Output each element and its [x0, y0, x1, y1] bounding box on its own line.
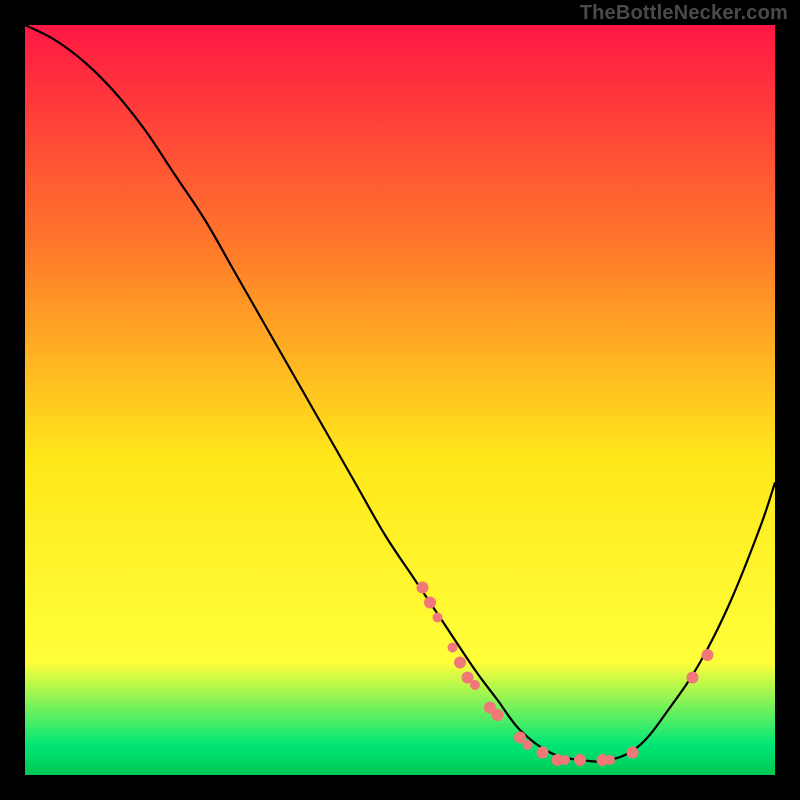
data-marker [454, 657, 466, 669]
data-marker [560, 755, 570, 765]
plot-area [25, 25, 775, 775]
attribution-label: TheBottleNecker.com [580, 2, 788, 25]
bottleneck-chart [25, 25, 775, 775]
data-marker [433, 613, 443, 623]
data-marker [574, 754, 586, 766]
data-marker [702, 649, 714, 661]
data-marker [537, 747, 549, 759]
data-marker [687, 672, 699, 684]
data-marker [417, 582, 429, 594]
data-marker [627, 747, 639, 759]
data-marker [523, 740, 533, 750]
data-marker [424, 597, 436, 609]
data-marker [492, 709, 504, 721]
data-marker [448, 643, 458, 653]
gradient-background [25, 25, 775, 775]
chart-frame: TheBottleNecker.com [0, 0, 800, 800]
data-marker [605, 755, 615, 765]
data-marker [470, 680, 480, 690]
